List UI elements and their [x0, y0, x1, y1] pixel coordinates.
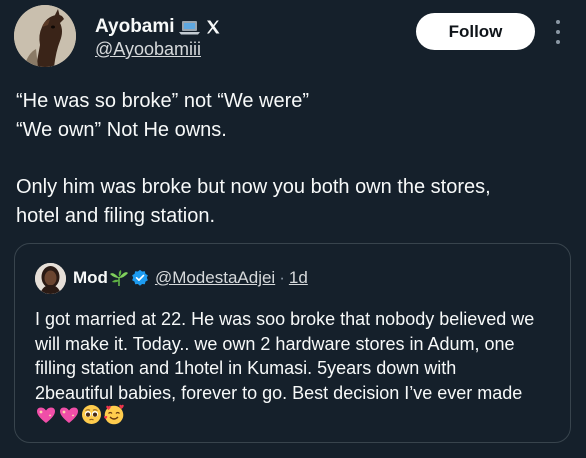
plant-emoji-icon	[109, 270, 128, 286]
more-dot	[556, 30, 560, 34]
author-avatar[interactable]	[14, 5, 76, 67]
sparkling-heart-emoji-icon	[37, 407, 55, 423]
verified-badge-icon	[132, 269, 148, 286]
separator-dot: ·	[279, 268, 285, 287]
more-dot	[556, 40, 560, 44]
laptop-emoji-icon	[178, 21, 200, 35]
tweet-line: “We own” Not He owns.	[16, 118, 227, 141]
smiling-face-with-hearts-emoji-icon	[103, 404, 124, 425]
horse-avatar-image	[14, 5, 76, 67]
quoted-tweet-header: Mod @ModestaAdjei · 1d	[73, 268, 308, 288]
quoted-author-handle[interactable]: @ModestaAdjei	[155, 268, 275, 288]
pleading-face-emoji-icon	[82, 405, 101, 424]
author-display-name[interactable]: Ayobami	[95, 16, 221, 38]
quoted-tweet-line: I got married at 22. He was soo broke th…	[35, 309, 535, 329]
more-dot	[556, 20, 560, 24]
follow-button[interactable]: Follow	[416, 13, 535, 50]
tweet-line: “He was so broke” not “We were”	[16, 90, 310, 112]
author-name-text: Ayobami	[95, 16, 175, 37]
quoted-tweet-line: filling station and 1hotel in Kumasi. 5y…	[35, 358, 457, 378]
author-handle[interactable]: @Ayoobamiii	[95, 39, 201, 60]
tweet-text: “He was so broke” not “We were” “We own”…	[16, 87, 576, 230]
quoted-tweet-line: will make it. Today.. we own 2 hardware …	[35, 333, 515, 354]
tweet-line: hotel and filing station.	[16, 204, 216, 227]
tweet-line-break	[16, 144, 576, 173]
quoted-tweet-timestamp[interactable]: 1d	[289, 268, 308, 288]
quoted-tweet-text: I got married at 22. He was soo broke th…	[35, 307, 565, 405]
quoted-tweet-line: 2beautiful babies, forever to go. Best d…	[35, 382, 523, 403]
person-avatar-image	[35, 263, 66, 294]
x-logo-icon	[206, 20, 220, 34]
quoted-author-avatar[interactable]	[35, 263, 66, 294]
more-options-icon[interactable]	[550, 18, 566, 46]
quoted-author-name[interactable]: Mod	[73, 268, 108, 288]
tweet-line: Only him was broke but now you both own …	[16, 176, 491, 198]
quoted-tweet-card[interactable]: Mod @ModestaAdjei · 1d I got married at …	[14, 243, 571, 443]
sparkling-heart-emoji-icon	[60, 407, 78, 423]
quoted-tweet-emojis	[35, 404, 125, 425]
